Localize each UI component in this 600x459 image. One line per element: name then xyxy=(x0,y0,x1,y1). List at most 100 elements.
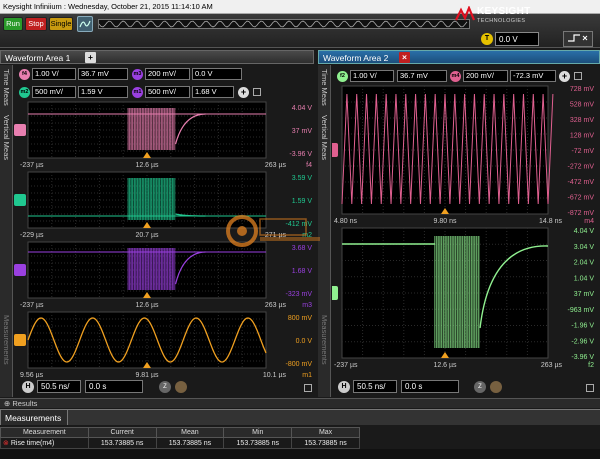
x-label-left: -237 µs xyxy=(334,362,358,369)
f2-scale-field[interactable]: 1.00 V/ xyxy=(350,70,394,82)
autoscale-icon xyxy=(79,20,91,28)
channel-m4-icon[interactable]: m4 xyxy=(450,71,461,82)
m2-scale-field[interactable]: 500 mV/ xyxy=(32,86,76,98)
y-label: -3.96 V xyxy=(571,354,594,361)
restore-icon[interactable] xyxy=(574,72,582,80)
column-header[interactable]: Max xyxy=(291,427,360,438)
y-label: -1.96 V xyxy=(571,323,594,330)
channel-marker-f4 xyxy=(14,124,26,136)
y-label: 3.04 V xyxy=(574,244,595,251)
y-label-top: 800 mV xyxy=(288,315,312,322)
tab-waveform-area-2[interactable]: Waveform Area 2 × xyxy=(318,50,600,64)
autoscale-button[interactable] xyxy=(77,16,93,32)
tab-vertical-meas[interactable]: Vertical Meas xyxy=(320,115,329,160)
f4-scale-field[interactable]: 1.00 V/ xyxy=(32,68,76,80)
column-header[interactable]: Min xyxy=(223,427,293,438)
acquisition-timeline[interactable] xyxy=(98,19,470,29)
y-label-mid: 0.0 V xyxy=(296,338,313,345)
min-cell: 153.73885 ns xyxy=(223,437,293,449)
area1-sidebar: Time Meas Vertical Meas Measurements xyxy=(0,65,13,397)
trigger-mode-button[interactable] xyxy=(563,31,593,47)
y-label: -272 mV xyxy=(568,164,595,171)
column-header[interactable]: Mean xyxy=(155,427,225,438)
y-label-bottom: -800 mV xyxy=(286,361,313,368)
y-label: -872 mV xyxy=(568,210,595,217)
measurements-header xyxy=(0,409,600,425)
measurements-table: Measurement Current Mean Min Max ⊗ Rise … xyxy=(0,427,600,449)
m2-offset-field[interactable]: 1.59 V xyxy=(78,86,128,98)
close-area-icon[interactable]: × xyxy=(399,52,410,63)
results-toggle-icon[interactable]: ⊕ xyxy=(4,399,10,408)
horizontal-position-field[interactable]: 0.0 s xyxy=(401,380,459,393)
channel-m1-icon[interactable]: m1 xyxy=(132,87,143,98)
f4-offset-field[interactable]: 36.7 mV xyxy=(78,68,128,80)
channel-f4-icon[interactable]: f4 xyxy=(19,69,30,80)
zoom-icon[interactable]: Z xyxy=(159,381,171,393)
f2-offset-field[interactable]: 36.7 mV xyxy=(397,70,447,82)
column-header[interactable]: Current xyxy=(87,427,157,438)
y-label: 128 mV xyxy=(570,133,594,140)
channel-m2-icon[interactable]: m2 xyxy=(19,87,30,98)
mean-cell: 153.73885 ns xyxy=(155,437,225,449)
x-label-right: 10.1 µs xyxy=(263,372,287,378)
knob-icon[interactable] xyxy=(175,381,187,393)
restore-icon[interactable] xyxy=(304,384,312,392)
tab-measurements[interactable]: Measurements xyxy=(320,315,329,365)
results-bar[interactable]: ⊕ Results xyxy=(0,398,600,408)
y-label-mid: 37 mV xyxy=(292,128,313,135)
horizontal-scale-field[interactable]: 50.5 ns/ xyxy=(37,380,81,393)
m4-scale-field[interactable]: 200 mV/ xyxy=(463,70,508,82)
table-row[interactable]: ⊗ Rise time(m4) 153.73885 ns 153.73885 n… xyxy=(0,437,360,449)
tab-time-meas[interactable]: Time Meas xyxy=(2,69,11,106)
tab-vertical-meas[interactable]: Vertical Meas xyxy=(2,115,11,160)
tab-measurements[interactable]: Measurements xyxy=(0,409,68,425)
channel-marker-m3 xyxy=(14,264,26,276)
panel-tag: m1 xyxy=(302,372,312,378)
watermark-icon xyxy=(226,215,320,247)
horizontal-position-field[interactable]: 0.0 s xyxy=(85,380,143,393)
single-button[interactable]: Single xyxy=(49,17,73,31)
m1-offset-field[interactable]: 1.68 V xyxy=(192,86,234,98)
add-area-icon[interactable]: + xyxy=(85,52,96,63)
restore-icon[interactable] xyxy=(253,88,261,96)
error-icon: ⊗ xyxy=(3,440,9,447)
stop-button[interactable]: Stop xyxy=(25,17,47,31)
trigger-edge-icon xyxy=(568,34,588,42)
m4-offset-field[interactable]: -72.3 mV xyxy=(510,70,556,82)
channel-m3-icon[interactable]: m3 xyxy=(132,69,143,80)
run-button[interactable]: Run xyxy=(3,17,23,31)
channel-marker-m4 xyxy=(332,143,338,157)
channel-f2-icon[interactable]: f2 xyxy=(337,71,348,82)
add-waveform-icon[interactable]: + xyxy=(559,71,570,82)
x-label-mid: 12.6 µs xyxy=(135,162,159,169)
m1-scale-field[interactable]: 500 mV/ xyxy=(145,86,190,98)
trigger-level-field[interactable]: 0.0 V xyxy=(495,32,539,46)
tab-measurements[interactable]: Measurements xyxy=(2,315,11,365)
zoom-icon[interactable]: Z xyxy=(474,381,486,393)
trigger-icon[interactable]: T xyxy=(481,33,493,45)
measurement-name: Rise time(m4) xyxy=(10,440,55,447)
restore-icon[interactable] xyxy=(586,384,594,392)
area2-waveforms[interactable]: 728 mV 528 mV 328 mV 128 mV -72 mV -272 mV -47… xyxy=(332,84,600,378)
knob-icon[interactable] xyxy=(490,381,502,393)
horizontal-scale-field[interactable]: 50.5 ns/ xyxy=(353,380,397,393)
channel-marker-m2 xyxy=(14,194,26,206)
column-header[interactable]: Measurement xyxy=(0,427,89,438)
tab-time-meas[interactable]: Time Meas xyxy=(320,69,329,106)
add-waveform-icon[interactable]: + xyxy=(238,87,249,98)
tab-label: Waveform Area 2 xyxy=(323,53,389,63)
horizontal-icon[interactable]: H xyxy=(338,381,350,393)
x-label-left: -237 µs xyxy=(20,302,44,309)
logo-subtitle: TECHNOLOGIES xyxy=(477,18,526,24)
horizontal-icon[interactable]: H xyxy=(22,381,34,393)
channel-marker-m1 xyxy=(14,334,26,346)
y-label: 728 mV xyxy=(570,86,594,93)
m3-scale-field[interactable]: 200 mV/ xyxy=(145,68,190,80)
current-cell: 153.73885 ns xyxy=(87,437,157,449)
y-label-mid: 1.68 V xyxy=(292,268,313,275)
y-label: -72 mV xyxy=(571,148,594,155)
tab-waveform-area-1[interactable]: Waveform Area 1 + xyxy=(0,50,314,64)
y-label-top: 3.59 V xyxy=(292,175,313,182)
y-label-bottom: -3.96 V xyxy=(289,151,312,158)
m3-offset-field[interactable]: 0.0 V xyxy=(192,68,242,80)
